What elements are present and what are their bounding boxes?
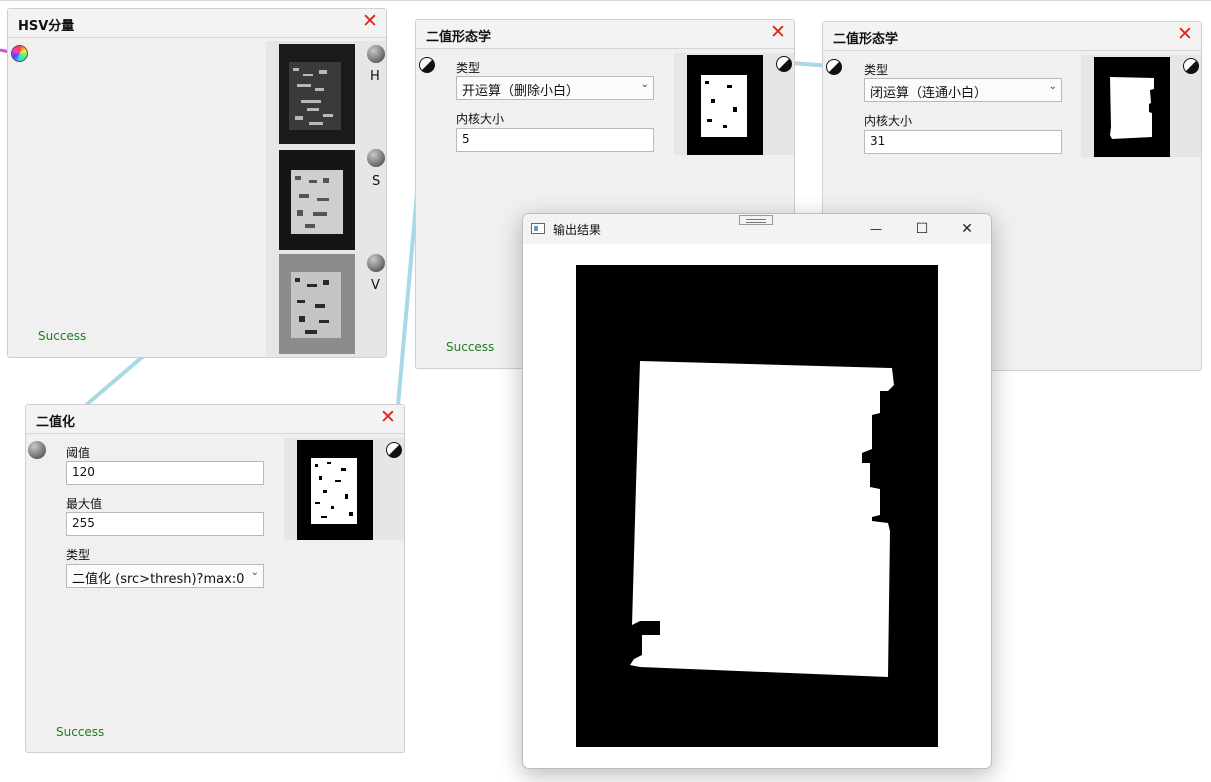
- maximize-button[interactable]: ☐: [899, 214, 945, 244]
- max-value-label: 最大值: [66, 497, 103, 511]
- threshold-type-value: 二值化 (src>thresh)?max:0: [72, 572, 245, 587]
- threshold-input[interactable]: 120: [66, 461, 264, 485]
- input-port-icon[interactable]: [419, 57, 435, 73]
- morphology-open-node-header[interactable]: 二值形态学 ✕: [416, 20, 794, 49]
- close-icon[interactable]: ✕: [360, 10, 380, 32]
- top-divider: [0, 0, 1211, 1]
- max-value-input[interactable]: 255: [66, 512, 264, 536]
- kernel-size-label: 内核大小: [456, 112, 505, 126]
- v-channel-label: V: [371, 278, 380, 293]
- kernel-size-label: 内核大小: [864, 114, 913, 128]
- node-title: HSV分量: [18, 19, 75, 34]
- binary-preview-thumbnail: [297, 440, 373, 540]
- output-port-icon[interactable]: [776, 56, 792, 72]
- chevron-down-icon: ⌄: [250, 567, 259, 578]
- h-channel-label: H: [370, 69, 380, 84]
- s-output-port-icon[interactable]: [367, 149, 385, 167]
- color-input-port-icon[interactable]: [11, 45, 28, 62]
- status-text: Success: [446, 340, 495, 354]
- morph-type-select[interactable]: 开运算（删除小白） ⌄: [456, 76, 654, 100]
- v-channel-thumbnail: [279, 254, 355, 354]
- preview-panel: [1081, 55, 1201, 157]
- type-label: 类型: [66, 548, 91, 562]
- window-titlebar[interactable]: 输出结果 — ☐ ✕: [523, 214, 991, 244]
- hsv-node-header[interactable]: HSV分量 ✕: [8, 9, 386, 38]
- close-icon[interactable]: ✕: [378, 406, 398, 428]
- v-output-port-icon[interactable]: [367, 254, 385, 272]
- kernel-size-input[interactable]: 31: [864, 130, 1062, 154]
- threshold-label: 阈值: [66, 446, 91, 460]
- opened-preview-thumbnail: [687, 55, 763, 155]
- hsv-node[interactable]: HSV分量 ✕ H S V Success: [7, 8, 387, 358]
- close-icon[interactable]: ✕: [768, 21, 788, 43]
- status-text: Success: [56, 725, 105, 739]
- type-label: 类型: [864, 63, 889, 77]
- preview-panel: [674, 53, 794, 155]
- output-result-window[interactable]: 输出结果 — ☐ ✕: [522, 213, 992, 769]
- closed-preview-thumbnail: [1094, 57, 1170, 157]
- input-port-icon[interactable]: [826, 59, 842, 75]
- morph-type-select[interactable]: 闭运算（连通小白） ⌄: [864, 78, 1062, 102]
- status-text: Success: [38, 329, 87, 343]
- output-port-icon[interactable]: [386, 442, 402, 458]
- close-window-button[interactable]: ✕: [944, 214, 990, 244]
- drag-handle-icon[interactable]: [739, 215, 773, 225]
- morph-type-value: 开运算（删除小白）: [462, 84, 580, 99]
- kernel-size-input[interactable]: 5: [456, 128, 654, 152]
- chevron-down-icon: ⌄: [1048, 81, 1057, 92]
- close-icon[interactable]: ✕: [1175, 23, 1195, 45]
- node-title: 二值形态学: [833, 32, 899, 47]
- h-output-port-icon[interactable]: [367, 45, 385, 63]
- window-app-icon: [531, 223, 545, 234]
- node-title: 二值形态学: [426, 30, 492, 45]
- chevron-down-icon: ⌄: [640, 79, 649, 90]
- node-title: 二值化: [36, 415, 76, 430]
- morphology-close-node-header[interactable]: 二值形态学 ✕: [823, 22, 1201, 51]
- threshold-type-select[interactable]: 二值化 (src>thresh)?max:0 ⌄: [66, 564, 264, 588]
- morph-type-value: 闭运算（连通小白）: [870, 86, 988, 101]
- type-label: 类型: [456, 61, 481, 75]
- input-port-icon[interactable]: [28, 441, 46, 459]
- s-channel-label: S: [372, 174, 381, 189]
- output-port-icon[interactable]: [1183, 58, 1199, 74]
- threshold-node-header[interactable]: 二值化 ✕: [26, 405, 404, 434]
- window-title: 输出结果: [553, 223, 602, 237]
- minimize-button[interactable]: —: [853, 214, 899, 244]
- result-image: [576, 265, 938, 747]
- threshold-node[interactable]: 二值化 ✕ 阈值 120 最大值 255 类型 二值化 (src>thresh)…: [25, 404, 405, 753]
- h-channel-thumbnail: [279, 44, 355, 144]
- s-channel-thumbnail: [279, 150, 355, 250]
